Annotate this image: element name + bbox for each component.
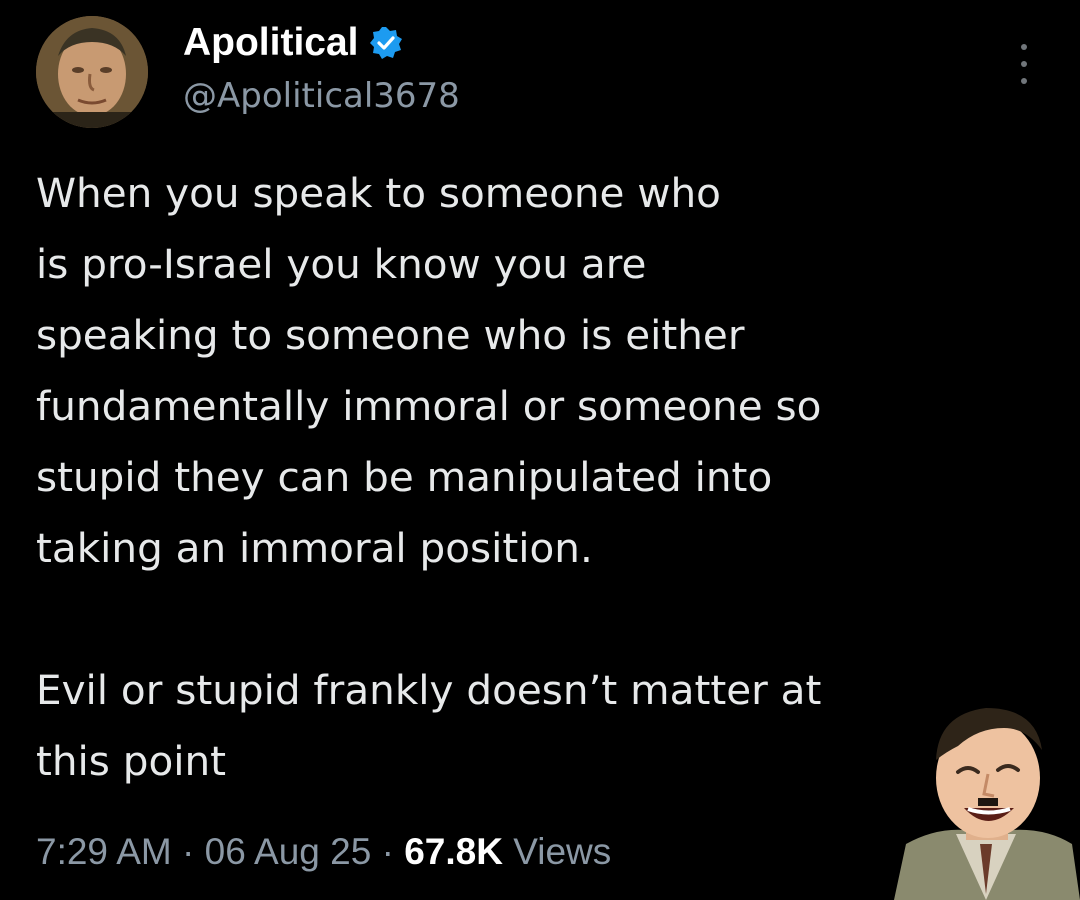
views-label: Views <box>513 831 612 872</box>
more-dot <box>1021 61 1027 67</box>
tweet-date[interactable]: 06 Aug 25 <box>205 831 372 872</box>
more-dot <box>1021 44 1027 50</box>
verified-badge-icon <box>369 26 403 60</box>
avatar-portrait-icon <box>36 16 148 128</box>
tweet-time[interactable]: 7:29 AM <box>36 831 172 872</box>
tweet-meta: 7:29 AM · 06 Aug 25 · 67.8K Views <box>36 826 611 878</box>
more-dot <box>1021 78 1027 84</box>
laughing-man-sticker <box>886 694 1080 900</box>
author-name-row: Apolitical <box>183 18 403 68</box>
meta-separator: · <box>381 831 394 872</box>
meta-separator: · <box>182 831 195 872</box>
tweet-card: Apolitical @Apolitical3678 When you spea… <box>0 0 1080 900</box>
author-handle[interactable]: @Apolitical3678 <box>183 72 460 120</box>
author-avatar[interactable] <box>36 16 148 128</box>
more-options-icon[interactable] <box>1012 44 1036 84</box>
author-display-name[interactable]: Apolitical <box>183 18 359 68</box>
views-count[interactable]: 67.8K <box>404 831 503 872</box>
